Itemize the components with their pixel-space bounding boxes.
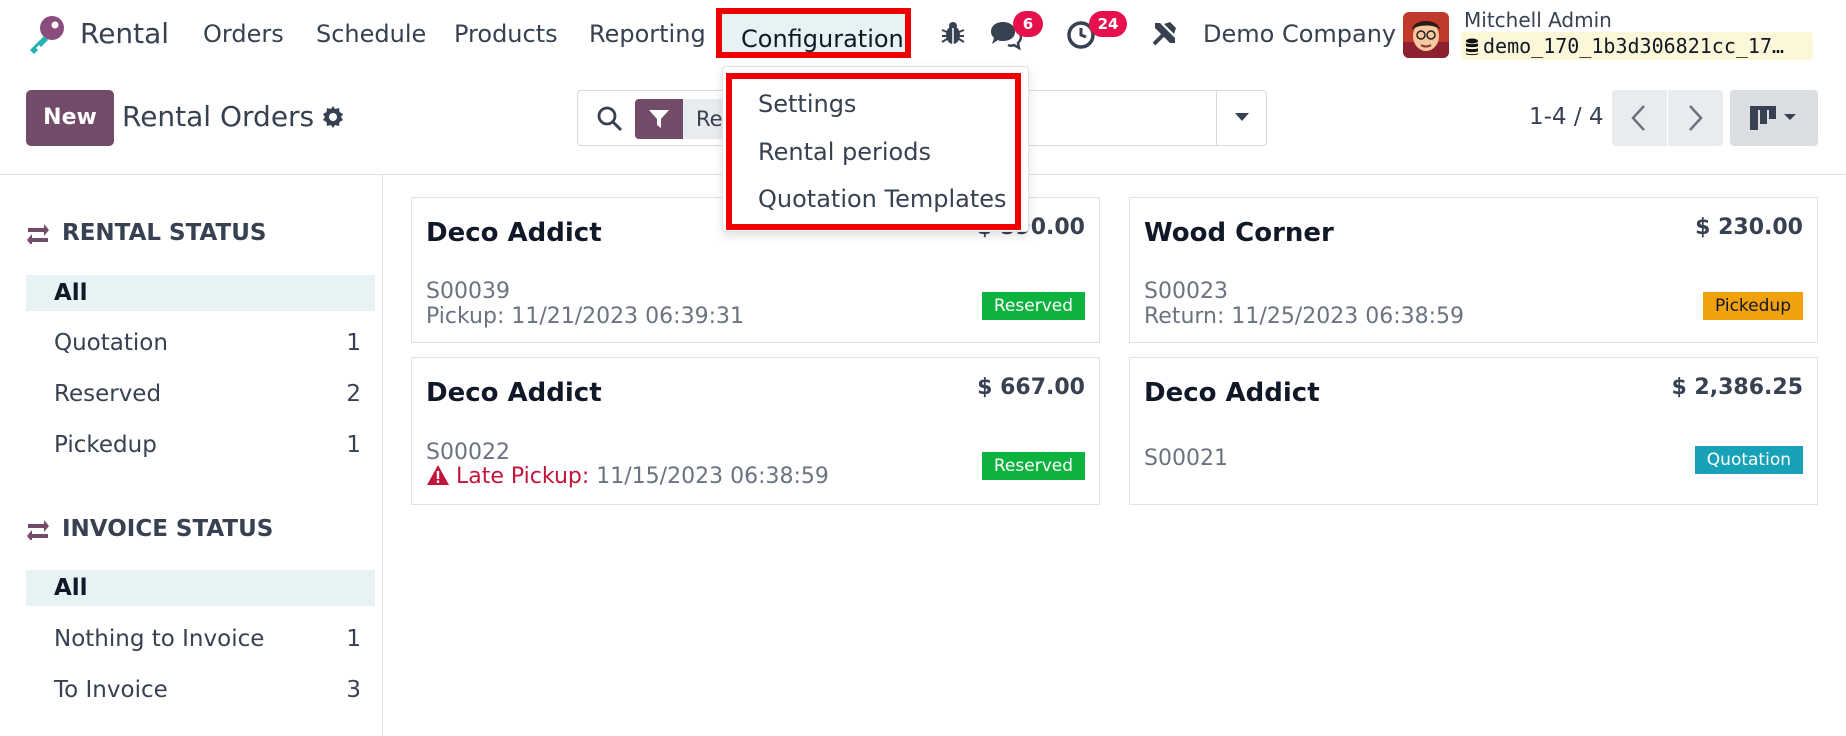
swap-icon [27,224,49,246]
rental-status-quotation[interactable]: Quotation 1 [26,325,375,361]
menu-configuration-label: Configuration [741,25,904,53]
dropdown-item-quotation-templates[interactable]: Quotation Templates [758,185,1007,213]
order-reference: S00022 [426,440,510,465]
pager-value[interactable]: 1-4 / 4 [1529,104,1604,130]
late-pickup-line: Late Pickup: 11/15/2023 06:38:59 [426,464,829,489]
database-icon [1466,38,1478,56]
messages-badge: 6 [1013,11,1043,37]
page-title: Rental Orders [122,100,315,133]
user-avatar[interactable] [1403,12,1449,58]
pickup-date: 11/15/2023 06:38:59 [596,464,829,489]
return-date: Return: 11/25/2023 06:38:59 [1144,304,1465,329]
pager-next-button[interactable] [1668,90,1723,146]
rental-app-icon[interactable] [24,14,68,58]
kanban-card[interactable]: Wood Corner $ 230.00 S00023 Return: 11/2… [1129,197,1818,343]
count: 2 [346,381,361,407]
caret-down-icon [1235,113,1249,121]
count: 1 [346,432,361,458]
database-name-chip: demo_170_1b3d306821cc_17… [1461,32,1813,60]
swap-icon [27,520,49,542]
database-name: demo_170_1b3d306821cc_17… [1483,34,1785,58]
new-button[interactable]: New [26,90,114,146]
facet-text: Re [696,107,723,131]
activities-badge: 24 [1089,11,1127,37]
menu-products[interactable]: Products [454,20,558,48]
status-badge: Reserved [981,292,1085,320]
kanban-view-icon [1750,106,1796,130]
invoice-status-all[interactable]: All [26,570,375,606]
menu-configuration[interactable]: Configuration [716,8,911,58]
chevron-left-icon [1631,105,1645,131]
order-reference: S00039 [426,279,510,304]
order-amount: $ 230.00 [1695,215,1803,240]
gear-icon[interactable] [321,105,345,129]
filter-icon [635,99,683,139]
rental-status-all[interactable]: All [26,275,375,311]
kanban-card[interactable]: Deco Addict $ 2,386.25 S00021 Quotation [1129,357,1818,505]
order-amount: $ 667.00 [977,375,1085,400]
late-pickup-label: Late Pickup: [456,464,590,489]
search-icon [596,105,624,133]
count: 1 [346,330,361,356]
tools-icon[interactable] [1150,18,1184,52]
dropdown-item-rental-periods[interactable]: Rental periods [758,138,931,166]
invoice-status-to-invoice[interactable]: To Invoice 3 [26,672,375,708]
customer-name: Deco Addict [1144,378,1320,408]
rental-status-pickedup[interactable]: Pickedup 1 [26,427,375,463]
rental-status-header: RENTAL STATUS [26,220,266,246]
customer-name: Wood Corner [1144,218,1334,248]
status-badge: Pickedup [1702,292,1803,320]
customer-name: Deco Addict [426,378,602,408]
order-amount: $ 2,386.25 [1671,375,1803,400]
dropdown-item-settings[interactable]: Settings [758,90,856,118]
warning-icon [427,465,449,485]
menu-reporting[interactable]: Reporting [589,20,706,48]
count: 3 [346,677,361,703]
pager-previous-button[interactable] [1612,90,1667,146]
menu-orders[interactable]: Orders [203,20,284,48]
app-name[interactable]: Rental [80,17,169,50]
menu-schedule[interactable]: Schedule [316,20,426,48]
configuration-dropdown-menu: Settings Rental periods Quotation Templa… [722,66,1029,232]
status-badge: Reserved [981,452,1085,480]
invoice-status-header: INVOICE STATUS [26,516,273,542]
kanban-card[interactable]: Deco Addict $ 667.00 S00022 Late Pickup:… [411,357,1100,505]
top-navbar: Rental Orders Schedule Products Reportin… [0,0,1846,72]
order-reference: S00021 [1144,446,1228,471]
bug-icon[interactable] [938,18,972,52]
order-reference: S00023 [1144,279,1228,304]
rental-status-reserved[interactable]: Reserved 2 [26,376,375,412]
customer-name: Deco Addict [426,218,602,248]
search-options-toggle[interactable] [1216,91,1266,145]
chevron-right-icon [1689,105,1703,131]
user-name[interactable]: Mitchell Admin [1464,8,1612,32]
status-badge: Quotation [1694,446,1803,474]
invoice-status-nothing-to-invoice[interactable]: Nothing to Invoice 1 [26,621,375,657]
view-switcher-button[interactable] [1730,90,1818,146]
company-switcher[interactable]: Demo Company [1203,20,1396,48]
pickup-date: Pickup: 11/21/2023 06:39:31 [426,304,744,329]
count: 1 [346,626,361,652]
search-panel-sidebar: RENTAL STATUS All Quotation 1 Reserved 2… [0,175,383,736]
